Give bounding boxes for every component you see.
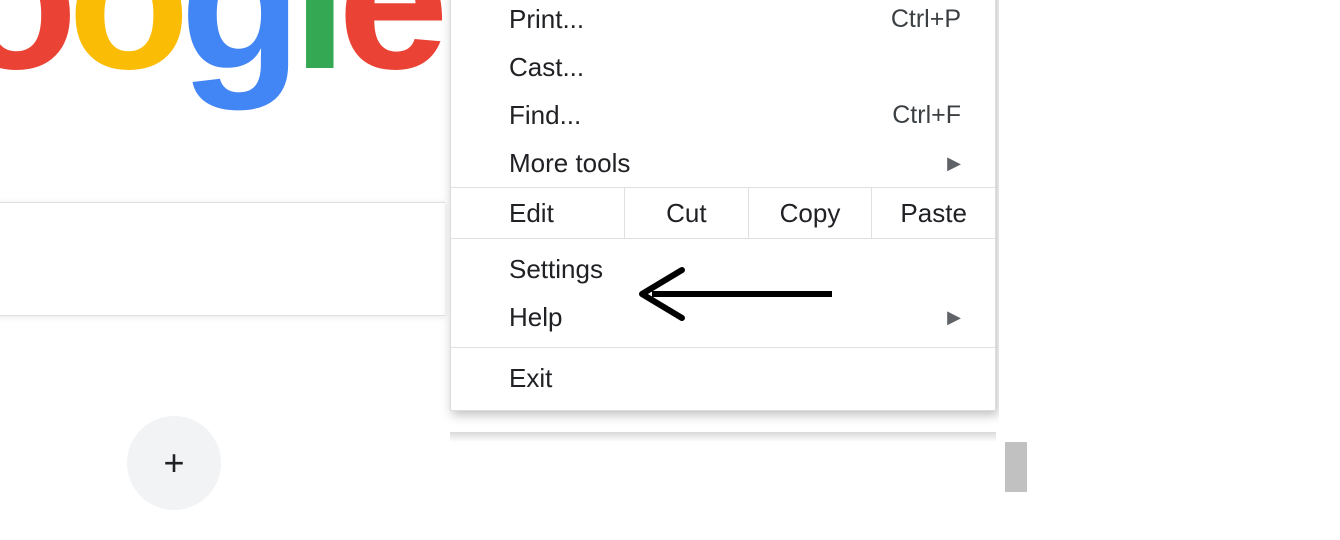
menu-item-help[interactable]: Help ▶ — [451, 293, 995, 341]
menu-item-label: Exit — [509, 363, 552, 394]
logo-letter-o1: o — [0, 0, 68, 111]
search-bar[interactable] — [0, 202, 445, 316]
menu-item-find[interactable]: Find... Ctrl+F — [451, 91, 995, 139]
logo-letter-l: l — [292, 0, 338, 111]
menu-item-label: Print... — [509, 4, 584, 35]
menu-item-exit[interactable]: Exit — [451, 354, 995, 402]
google-logo-fragment: Google — [0, 0, 439, 115]
menu-item-shortcut: Ctrl+F — [892, 101, 961, 130]
chevron-right-icon: ▶ — [947, 153, 961, 174]
menu-item-label: Find... — [509, 100, 581, 131]
menu-item-label: Help — [509, 302, 562, 333]
edit-copy-label: Copy — [780, 198, 841, 229]
menu-shadow — [450, 432, 996, 442]
edit-label-text: Edit — [509, 198, 554, 229]
edit-copy-button[interactable]: Copy — [749, 188, 873, 238]
vertical-scrollbar[interactable] — [999, 0, 1027, 540]
chevron-right-icon: ▶ — [947, 307, 961, 328]
edit-cut-button[interactable]: Cut — [625, 188, 749, 238]
logo-letter-e: e — [338, 0, 439, 111]
menu-item-label: Settings — [509, 254, 603, 285]
menu-separator — [451, 347, 995, 348]
logo-letter-o2: o — [68, 0, 180, 111]
right-side-panel — [1046, 0, 1340, 540]
menu-item-cast[interactable]: Cast... — [451, 43, 995, 91]
menu-item-print[interactable]: Print... Ctrl+P — [451, 0, 995, 43]
edit-paste-label: Paste — [900, 198, 967, 229]
menu-edit-row: Edit Cut Copy Paste — [451, 187, 995, 239]
menu-item-shortcut: Ctrl+P — [891, 5, 961, 34]
menu-item-settings[interactable]: Settings — [451, 245, 995, 293]
chrome-overflow-menu: Print... Ctrl+P Cast... Find... Ctrl+F M… — [450, 0, 996, 411]
menu-edit-label: Edit — [451, 188, 625, 238]
logo-letter-g2: g — [180, 0, 292, 111]
plus-icon: + — [163, 442, 184, 484]
scrollbar-thumb[interactable] — [1005, 442, 1027, 492]
menu-item-label: Cast... — [509, 52, 584, 83]
edit-paste-button[interactable]: Paste — [872, 188, 995, 238]
menu-item-more-tools[interactable]: More tools ▶ — [451, 139, 995, 187]
edit-cut-label: Cut — [666, 198, 706, 229]
add-shortcut-button[interactable]: + — [127, 416, 221, 510]
menu-item-label: More tools — [509, 148, 630, 179]
